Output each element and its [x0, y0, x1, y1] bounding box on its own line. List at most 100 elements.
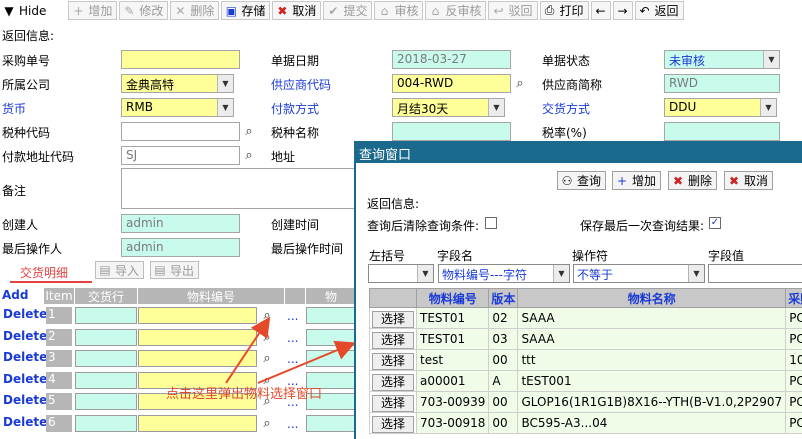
- doc-date-input[interactable]: 2018-03-27: [392, 50, 511, 69]
- supplier-code-input[interactable]: 004-RWD: [392, 74, 511, 93]
- material-lookup-icon[interactable]: ⌕: [259, 308, 275, 324]
- last-operator-input[interactable]: admin: [121, 238, 240, 257]
- remark-textarea[interactable]: [121, 168, 361, 209]
- row-item-number: 6: [46, 414, 72, 432]
- row-material-no-cell[interactable]: [138, 350, 257, 367]
- delete-button[interactable]: ✕ 删除: [170, 1, 220, 20]
- row-more-link[interactable]: ...: [287, 417, 298, 431]
- chevron-down-icon[interactable]: ▼: [688, 265, 704, 282]
- chevron-down-icon[interactable]: ▼: [417, 265, 433, 282]
- tax-code-input[interactable]: [121, 122, 240, 141]
- query-cancel-button[interactable]: ✖ 取消: [724, 171, 774, 190]
- row-material-no-cell[interactable]: [138, 414, 257, 432]
- row-delivery-line-cell[interactable]: [75, 328, 137, 346]
- annotation-text: 点击这里弹出物料选择窗口: [166, 387, 323, 402]
- select-button[interactable]: 选择: [372, 415, 414, 433]
- row-more-link[interactable]: ...: [287, 331, 298, 345]
- row-next-cell[interactable]: [306, 350, 356, 367]
- select-button[interactable]: 选择: [372, 373, 414, 391]
- row-delete-link[interactable]: Delete: [3, 329, 47, 343]
- cancel-x-icon: ✖: [728, 173, 740, 188]
- chevron-down-icon[interactable]: ▼: [217, 75, 233, 92]
- company-select[interactable]: 金典高特 ▼: [121, 74, 234, 93]
- delivery-select[interactable]: DDU ▼: [664, 98, 777, 117]
- unstamp-icon: ⌂: [431, 3, 440, 18]
- clear-after-query-checkbox[interactable]: [485, 217, 497, 229]
- chevron-down-icon[interactable]: ▼: [763, 51, 779, 68]
- company-value: 金典高特: [126, 78, 175, 92]
- col-header-version: 版本: [488, 288, 519, 308]
- row-delete-link[interactable]: Delete: [3, 372, 47, 386]
- hide-toggle[interactable]: ▼ Hide: [2, 1, 50, 20]
- purchase-no-input[interactable]: [121, 50, 240, 69]
- submit-button[interactable]: ✔ 提交: [323, 1, 373, 20]
- row-next-cell[interactable]: [306, 414, 356, 432]
- row-material-no-cell[interactable]: [138, 328, 257, 346]
- select-button[interactable]: 选择: [372, 331, 414, 349]
- field-value-input[interactable]: [708, 264, 802, 283]
- tax-rate-input[interactable]: [664, 122, 780, 141]
- cancel-button[interactable]: ✖ 取消: [272, 1, 322, 20]
- query-window-title[interactable]: 查询窗口: [356, 141, 802, 163]
- row-delete-link[interactable]: Delete: [3, 415, 47, 429]
- select-button[interactable]: 选择: [372, 310, 414, 328]
- row-next-cell[interactable]: [306, 307, 356, 324]
- chevron-down-icon[interactable]: ▼: [760, 99, 776, 116]
- row-delivery-line-cell[interactable]: [75, 371, 137, 389]
- chevron-down-icon[interactable]: ▼: [217, 99, 233, 116]
- row-delivery-line-cell[interactable]: [75, 393, 137, 410]
- left-paren-select[interactable]: ▼: [368, 264, 434, 283]
- row-delete-link[interactable]: Delete: [3, 350, 47, 364]
- row-next-cell[interactable]: [306, 328, 356, 346]
- material-lookup-icon[interactable]: ⌕: [259, 416, 275, 432]
- grid-add-link[interactable]: Add: [2, 288, 28, 302]
- prev-button[interactable]: ←: [590, 1, 611, 20]
- next-button[interactable]: →: [612, 1, 633, 20]
- row-more-link[interactable]: ...: [287, 309, 298, 323]
- material-lookup-icon[interactable]: ⌕: [259, 330, 275, 346]
- lookup-search-icon[interactable]: ⌕: [512, 76, 528, 92]
- row-delivery-line-cell[interactable]: [75, 350, 137, 367]
- row-delete-link[interactable]: Delete: [3, 307, 47, 321]
- select-button[interactable]: 选择: [372, 352, 414, 370]
- payment-select[interactable]: 月结30天 ▼: [392, 98, 505, 117]
- reject-button[interactable]: ↩ 驳回: [488, 1, 538, 20]
- chevron-down-icon[interactable]: ▼: [553, 265, 569, 282]
- query-add-button[interactable]: + 增加: [612, 171, 662, 190]
- pay-addr-code-input[interactable]: SJ: [121, 146, 240, 165]
- material-lookup-icon[interactable]: ⌕: [259, 351, 275, 367]
- audit-button[interactable]: ⌂ 审核: [374, 1, 424, 20]
- operator-select[interactable]: 不等于 ▼: [573, 264, 705, 283]
- lookup-search-icon[interactable]: ⌕: [241, 124, 257, 140]
- check-icon: ✔: [328, 3, 339, 18]
- chevron-down-icon[interactable]: ▼: [488, 99, 504, 116]
- submit-label: 提交: [343, 4, 368, 18]
- row-delivery-line-cell[interactable]: [75, 414, 137, 432]
- lookup-search-icon[interactable]: ⌕: [241, 148, 257, 164]
- query-delete-button[interactable]: ✖ 删除: [668, 171, 718, 190]
- row-delete-link[interactable]: Delete: [3, 393, 47, 407]
- field-select[interactable]: 物料编号---字符 ▼: [438, 264, 570, 283]
- doc-status-select[interactable]: 未审核 ▼: [664, 50, 780, 69]
- keep-last-result-checkbox[interactable]: ✓: [709, 217, 721, 229]
- export-button[interactable]: ▤ 导出: [150, 261, 200, 279]
- row-delivery-line-cell[interactable]: [75, 307, 137, 324]
- tab-delivery-detail[interactable]: 交货明细: [20, 264, 68, 281]
- tax-name-input[interactable]: [392, 122, 511, 141]
- back-button[interactable]: ↶ 返回: [634, 1, 684, 20]
- modify-button[interactable]: ✎ 修改: [119, 1, 169, 20]
- print-button[interactable]: ⎙ 打印: [539, 1, 589, 20]
- query-return-info: 返回信息:: [367, 197, 420, 211]
- currency-select[interactable]: RMB ▼: [121, 98, 234, 117]
- select-button[interactable]: 选择: [372, 394, 414, 412]
- supplier-short-input[interactable]: RWD: [664, 74, 780, 93]
- query-button[interactable]: ⚇ 查询: [557, 171, 607, 190]
- creator-input[interactable]: admin: [121, 214, 240, 233]
- row-more-link[interactable]: ...: [287, 352, 298, 366]
- add-button[interactable]: + 增加: [68, 1, 118, 20]
- unaudit-button[interactable]: ⌂ 反审核: [425, 1, 487, 20]
- import-button[interactable]: ▤ 导入: [95, 261, 145, 279]
- payment-label: 付款方式: [271, 102, 320, 116]
- row-material-no-cell[interactable]: [138, 307, 257, 324]
- save-button[interactable]: ▣ 存储: [221, 1, 271, 20]
